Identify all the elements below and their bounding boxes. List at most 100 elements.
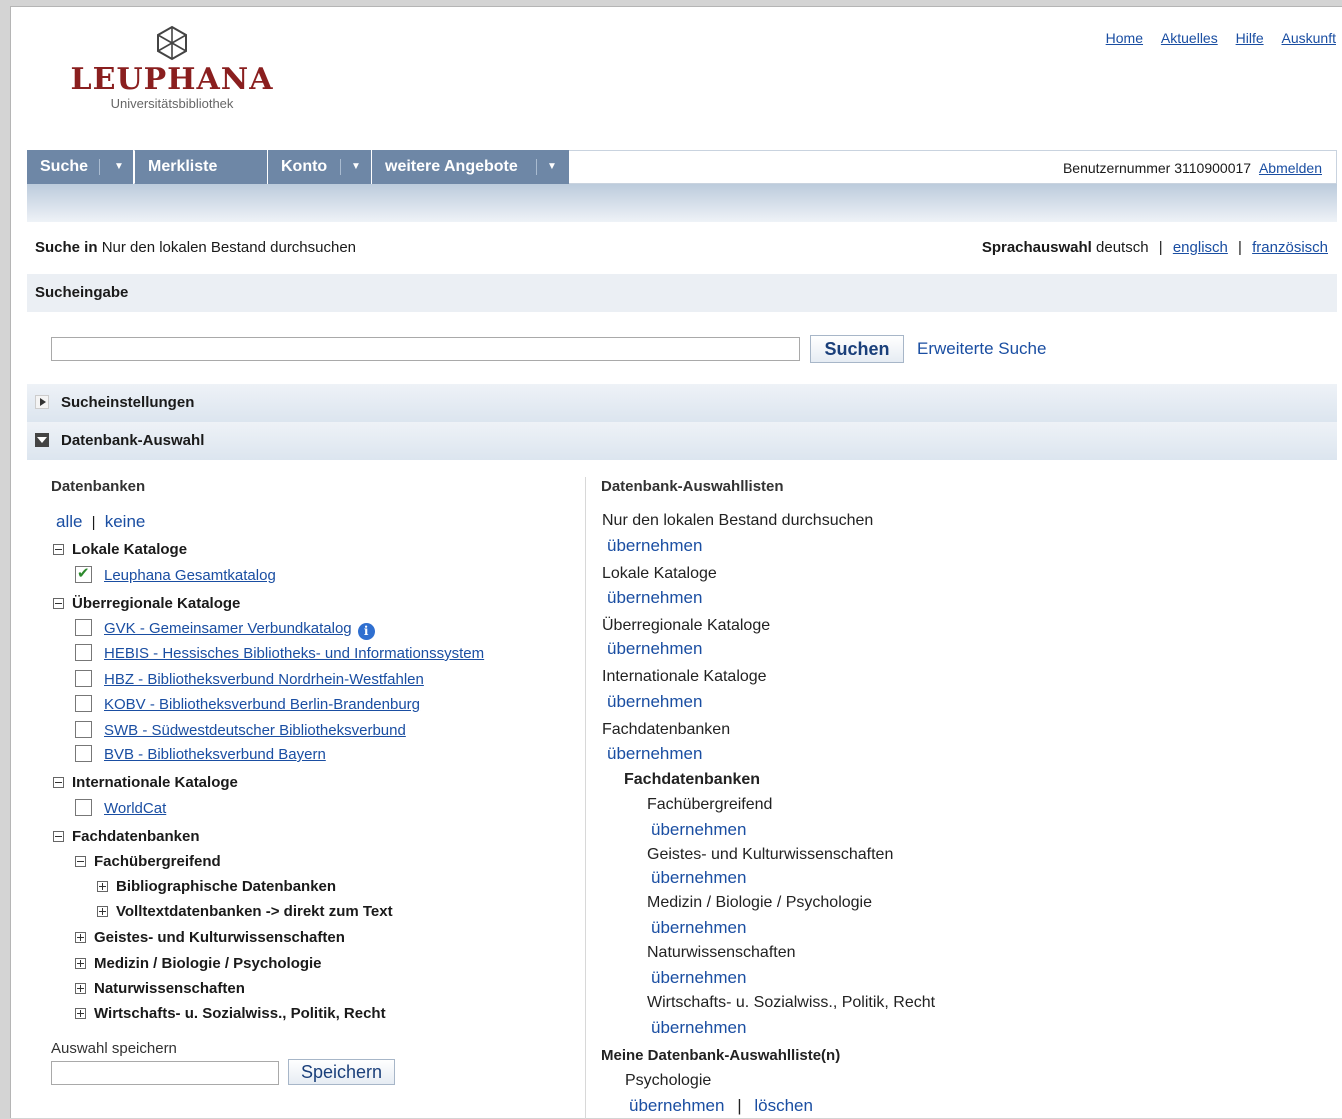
db-link[interactable]: SWB - Südwestdeutscher Bibliotheksverbun… [104,722,406,739]
db-selection-toggle[interactable]: Datenbank-Auswahl [27,422,1337,460]
checkbox[interactable] [75,695,92,712]
apply-link[interactable]: übernehmen [607,588,702,608]
apply-link[interactable]: übernehmen [651,820,746,840]
db-item-kobv[interactable]: KOBV - Bibliotheksverbund Berlin-Branden… [75,695,420,715]
expand-icon[interactable] [75,1008,86,1019]
search-section-header: Sucheingabe [27,274,1337,312]
apply-link[interactable]: übernehmen [607,744,702,764]
db-link[interactable]: HEBIS - Hessisches Bibliotheks- und Info… [104,645,484,662]
info-desk-link[interactable]: Auskunft [1282,30,1336,46]
nav-weitere-angebote[interactable]: weitere Angebote ▼ [372,150,569,184]
language-english-link[interactable]: englisch [1173,239,1228,256]
logout-link[interactable]: Abmelden [1259,160,1322,176]
library-logo[interactable]: LEUPHANA Universitätsbibliothek [37,25,307,120]
info-icon[interactable]: i [357,623,375,640]
tree-item-wirtschaft[interactable]: Wirtschafts- u. Sozialwiss., Politik, Re… [75,1004,386,1024]
apply-link[interactable]: übernehmen [629,1096,724,1115]
expand-icon[interactable] [75,932,86,943]
nav-suche-label: Suche [40,158,89,175]
expand-icon[interactable] [75,983,86,994]
main-nav: Suche ▼ Merkliste Konto ▼ weitere Angebo… [27,150,1337,184]
tree-item-natur[interactable]: Naturwissenschaften [75,979,245,999]
chevron-down-icon[interactable]: ▼ [342,150,370,184]
save-selection-input[interactable] [51,1061,279,1085]
save-button[interactable]: Speichern [288,1059,395,1085]
selection-lists-title: Datenbank-Auswahllisten [601,478,784,495]
db-item-hebis[interactable]: HEBIS - Hessisches Bibliotheks- und Info… [75,644,484,664]
search-button[interactable]: Suchen [810,335,904,363]
search-input[interactable] [51,337,800,361]
db-link[interactable]: KOBV - Bibliotheksverbund Berlin-Branden… [104,696,420,713]
group-label: Fachdatenbanken [72,828,200,845]
chevron-down-icon[interactable]: ▼ [538,150,566,184]
apply-link[interactable]: übernehmen [607,639,702,659]
group-label: Bibliographische Datenbanken [116,878,337,895]
tree-group-fachuebergreifend[interactable]: Fachübergreifend [75,852,221,872]
nav-merkliste[interactable]: Merkliste [135,150,268,184]
apply-link[interactable]: übernehmen [651,868,746,888]
list-label: Fachdatenbanken [602,721,731,738]
checkbox[interactable] [75,721,92,738]
apply-link[interactable]: übernehmen [607,692,702,712]
help-link[interactable]: Hilfe [1236,30,1264,46]
chevron-down-icon[interactable]: ▼ [105,150,133,184]
tree-group-fach[interactable]: Fachdatenbanken [53,827,200,847]
expand-icon[interactable] [97,881,108,892]
tree-item-bibliographic[interactable]: Bibliographische Datenbanken [97,877,336,897]
collapse-icon[interactable] [75,856,86,867]
language-current: deutsch [1096,239,1149,256]
select-none-link[interactable]: keine [105,512,146,531]
db-link[interactable]: BVB - Bibliotheksverbund Bayern [104,746,326,763]
tree-item-medizin[interactable]: Medizin / Biologie / Psychologie [75,954,322,974]
checkbox[interactable] [75,619,92,636]
db-item-gvk[interactable]: GVK - Gemeinsamer Verbundkatalog i [75,619,375,640]
language-french-link[interactable]: französisch [1252,239,1328,256]
checkbox[interactable] [75,670,92,687]
db-item-worldcat[interactable]: WorldCat [75,799,166,819]
tree-group-regional[interactable]: Überregionale Kataloge [53,594,240,614]
tree-item-geistes[interactable]: Geistes- und Kulturwissenschaften [75,928,345,948]
db-link[interactable]: Leuphana Gesamtkatalog [104,567,276,584]
delete-link[interactable]: löschen [754,1096,813,1115]
tree-item-fulltext[interactable]: Volltextdatenbanken -> direkt zum Text [97,902,393,922]
checkbox[interactable] [75,644,92,661]
apply-link[interactable]: übernehmen [607,536,702,556]
tree-group-international[interactable]: Internationale Kataloge [53,773,238,793]
checkbox[interactable] [75,799,92,816]
db-item-bvb[interactable]: BVB - Bibliotheksverbund Bayern [75,745,326,765]
apply-link[interactable]: übernehmen [651,1018,746,1038]
nav-konto[interactable]: Konto ▼ [268,150,372,184]
list-label: Internationale Kataloge [602,668,767,685]
db-item-hbz[interactable]: HBZ - Bibliotheksverbund Nordrhein-Westf… [75,670,424,690]
db-item-leuphana[interactable]: Leuphana Gesamtkatalog [75,564,276,586]
checkbox-checked[interactable] [75,564,92,584]
action-sep: | [737,1096,742,1115]
collapse-arrow-icon [35,433,49,447]
apply-link[interactable]: übernehmen [651,918,746,938]
expand-icon[interactable] [75,958,86,969]
collapse-icon[interactable] [53,831,64,842]
nav-suche[interactable]: Suche ▼ [27,150,134,184]
news-link[interactable]: Aktuelles [1161,30,1218,46]
apply-link[interactable]: übernehmen [651,968,746,988]
group-label: Medizin / Biologie / Psychologie [94,955,322,972]
checkbox[interactable] [75,745,92,762]
advanced-search-link[interactable]: Erweiterte Suche [917,339,1046,359]
list-label: Lokale Kataloge [602,565,717,582]
select-all-link[interactable]: alle [56,512,82,531]
expand-icon[interactable] [97,906,108,917]
db-link[interactable]: GVK - Gemeinsamer Verbundkatalog [104,620,352,637]
nav-divider [340,159,341,175]
home-link[interactable]: Home [1106,30,1143,46]
my-list-label: Psychologie [625,1072,712,1089]
user-info: Benutzernummer 3110900017 Abmelden [1063,151,1322,185]
db-selection-title: Datenbank-Auswahl [61,432,205,449]
collapse-icon[interactable] [53,598,64,609]
db-link[interactable]: WorldCat [104,800,166,817]
tree-group-local[interactable]: Lokale Kataloge [53,540,187,560]
collapse-icon[interactable] [53,544,64,555]
db-link[interactable]: HBZ - Bibliotheksverbund Nordrhein-Westf… [104,671,424,688]
collapse-icon[interactable] [53,777,64,788]
search-settings-toggle[interactable]: Sucheinstellungen [27,384,1337,422]
db-item-swb[interactable]: SWB - Südwestdeutscher Bibliotheksverbun… [75,721,406,741]
